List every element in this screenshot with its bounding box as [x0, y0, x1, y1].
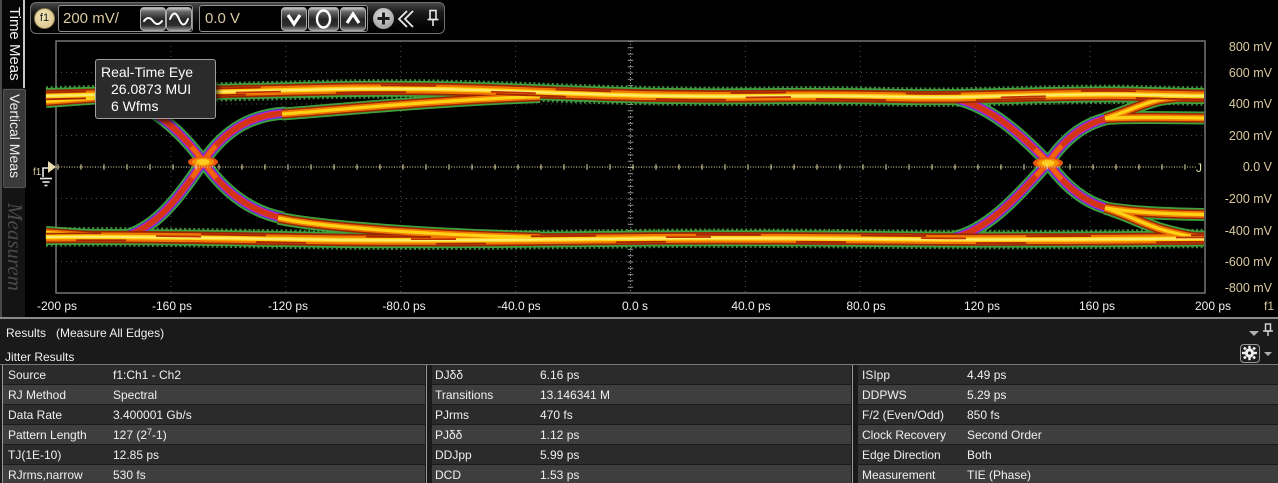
svg-text:f1: f1: [33, 167, 42, 178]
svg-text:J: J: [1196, 161, 1202, 175]
